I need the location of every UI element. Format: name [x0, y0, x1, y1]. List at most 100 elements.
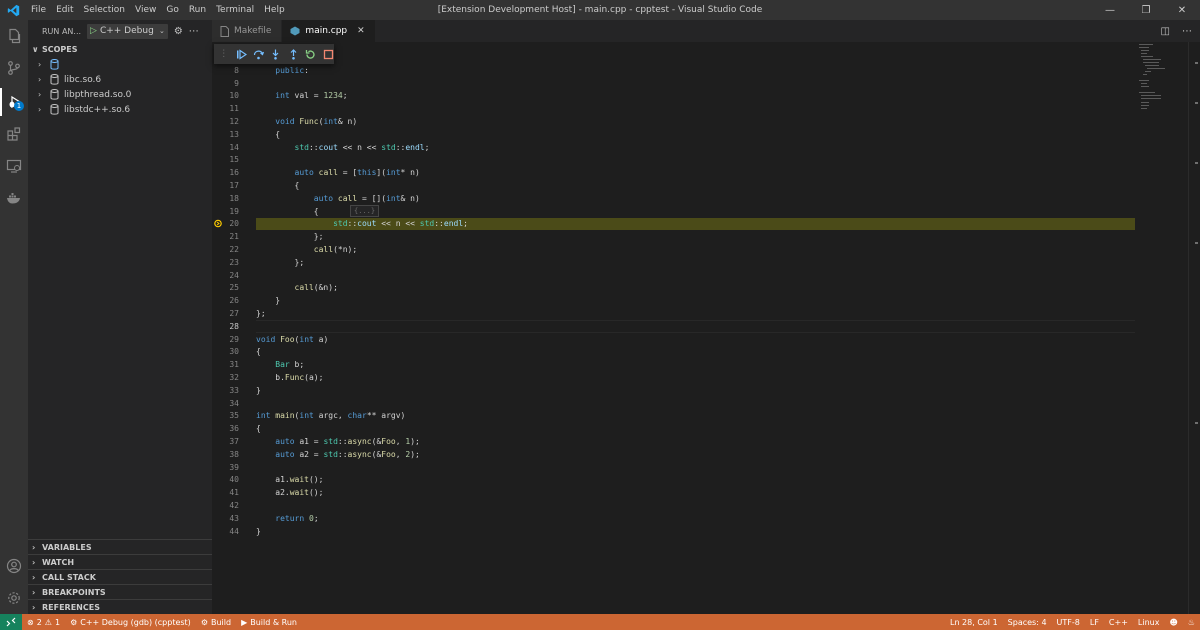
code-line[interactable]: 43 return 0; — [212, 512, 1135, 525]
variables-section-header[interactable]: › VARIABLES — [28, 539, 212, 554]
code-line[interactable]: 21 }; — [212, 230, 1135, 243]
account-icon[interactable] — [0, 552, 28, 580]
docker-icon[interactable] — [0, 184, 28, 212]
code-line[interactable]: 11 — [212, 102, 1135, 115]
code-line[interactable]: 18 auto call = [](int& n) — [212, 192, 1135, 205]
notifications-bell-icon[interactable]: ♨ — [1183, 618, 1200, 627]
code-line[interactable]: 8 public: — [212, 64, 1135, 77]
restart-icon[interactable] — [305, 48, 316, 60]
scope-item[interactable]: › — [28, 57, 212, 72]
problems-indicator[interactable]: ⊗ 2 ⚠ 1 — [22, 618, 65, 627]
code-line[interactable]: 27}; — [212, 307, 1135, 320]
debug-config-status[interactable]: ⚙ C++ Debug (gdb) (cpptest) — [65, 618, 196, 627]
source-control-icon[interactable] — [0, 54, 28, 82]
current-execution-arrow-icon[interactable] — [214, 219, 223, 228]
references-section-header[interactable]: › REFERENCES — [28, 599, 212, 614]
code-line[interactable]: 44} — [212, 525, 1135, 538]
scope-label: libstdc++.so.6 — [64, 104, 131, 115]
more-actions-icon[interactable]: ⋯ — [189, 26, 199, 37]
run-debug-icon[interactable]: 1 — [0, 88, 28, 116]
code-line[interactable]: 28 — [212, 320, 1135, 333]
menu-view[interactable]: View — [130, 5, 161, 15]
code-line[interactable]: 14 std::cout << n << std::endl; — [212, 141, 1135, 154]
extensions-icon[interactable] — [0, 120, 28, 148]
remote-indicator-icon[interactable] — [0, 614, 22, 630]
drag-handle-icon[interactable]: ⋮ — [218, 48, 229, 60]
code-line[interactable]: 20 std::cout << n << std::endl; — [212, 217, 1135, 231]
end-of-line[interactable]: LF — [1085, 618, 1104, 627]
close-tab-icon[interactable]: ✕ — [357, 26, 365, 36]
more-actions-icon[interactable]: ⋯ — [1182, 26, 1192, 37]
code-line[interactable]: 42 — [212, 499, 1135, 512]
tab-makefile[interactable]: Makefile — [212, 20, 283, 42]
call-stack-section-header[interactable]: › CALL STACK — [28, 569, 212, 584]
code-line[interactable]: 41 a2.wait(); — [212, 486, 1135, 499]
code-line[interactable]: 32 b.Func(a); — [212, 371, 1135, 384]
code-line[interactable]: 39 — [212, 461, 1135, 474]
gear-icon[interactable]: ⚙ — [174, 26, 183, 37]
explorer-icon[interactable] — [0, 22, 28, 50]
code-line[interactable]: 17 { — [212, 179, 1135, 192]
code-line[interactable]: 25 call(&n); — [212, 282, 1135, 295]
code-line[interactable]: 23 }; — [212, 256, 1135, 269]
menu-go[interactable]: Go — [161, 5, 183, 15]
manage-gear-icon[interactable] — [0, 584, 28, 612]
code-line[interactable]: 24 — [212, 269, 1135, 282]
close-window-icon[interactable]: ✕ — [1164, 0, 1200, 20]
indentation[interactable]: Spaces: 4 — [1003, 618, 1052, 627]
code-line[interactable]: 38 auto a2 = std::async(&Foo, 2); — [212, 448, 1135, 461]
code-line[interactable]: 30 { — [212, 346, 1135, 359]
step-over-icon[interactable] — [253, 48, 265, 60]
split-editor-icon[interactable]: ◫ — [1161, 26, 1170, 37]
code-line[interactable]: 15 — [212, 154, 1135, 167]
code-line[interactable]: 9 — [212, 77, 1135, 90]
editor-scrollbar[interactable] — [1188, 42, 1200, 614]
code-line[interactable]: 34 — [212, 397, 1135, 410]
encoding[interactable]: UTF-8 — [1052, 618, 1085, 627]
code-line[interactable]: 22 call(*n); — [212, 243, 1135, 256]
code-line[interactable]: 33} — [212, 384, 1135, 397]
scope-item[interactable]: › libstdc++.so.6 — [28, 102, 212, 117]
breakpoints-section-header[interactable]: › BREAKPOINTS — [28, 584, 212, 599]
menu-help[interactable]: Help — [259, 5, 290, 15]
code-line[interactable]: 26 } — [212, 294, 1135, 307]
scopes-section-header[interactable]: ∨ SCOPES — [28, 42, 212, 57]
code-line[interactable]: 19 {{...} — [212, 204, 1135, 218]
tab-main-cpp[interactable]: main.cpp ✕ — [282, 20, 376, 42]
code-line[interactable]: 37 auto a1 = std::async(&Foo, 1); — [212, 435, 1135, 448]
minimap[interactable] — [1137, 42, 1187, 614]
code-line[interactable]: 36 { — [212, 422, 1135, 435]
code-line[interactable]: 16 auto call = [this](int* n) — [212, 166, 1135, 179]
debug-config-select[interactable]: ▷ C++ Debug (g ⌄ — [87, 23, 168, 39]
scope-item[interactable]: › libpthread.so.0 — [28, 87, 212, 102]
code-line[interactable]: 40 a1.wait(); — [212, 474, 1135, 487]
code-line[interactable]: 29 void Foo(int a) — [212, 333, 1135, 346]
remote-explorer-icon[interactable] — [0, 152, 28, 180]
menu-terminal[interactable]: Terminal — [211, 5, 259, 15]
step-out-icon[interactable] — [288, 48, 299, 60]
menu-edit[interactable]: Edit — [51, 5, 78, 15]
scope-item[interactable]: › libc.so.6 — [28, 72, 212, 87]
build-run-button[interactable]: ▶ Build & Run — [236, 618, 302, 627]
build-button[interactable]: ⚙ Build — [196, 618, 236, 627]
code-line[interactable]: 31 Bar b; — [212, 358, 1135, 371]
continue-icon[interactable] — [235, 48, 247, 60]
cursor-position[interactable]: Ln 28, Col 1 — [945, 618, 1003, 627]
language-mode[interactable]: C++ — [1104, 618, 1133, 627]
restore-icon[interactable]: ❐ — [1128, 0, 1164, 20]
platform[interactable]: Linux — [1133, 618, 1165, 627]
menu-selection[interactable]: Selection — [79, 5, 130, 15]
watch-section-header[interactable]: › WATCH — [28, 554, 212, 569]
menu-file[interactable]: File — [26, 5, 51, 15]
editor-actions: ◫ ⋯ — [1161, 20, 1192, 42]
menu-run[interactable]: Run — [184, 5, 211, 15]
code-line[interactable]: 10 int val = 1234; — [212, 90, 1135, 103]
step-into-icon[interactable] — [270, 48, 281, 60]
stop-icon[interactable] — [323, 48, 334, 60]
minimize-icon[interactable]: — — [1092, 0, 1128, 20]
start-debug-icon[interactable]: ▷ — [90, 26, 97, 36]
feedback-icon[interactable]: ☻ — [1164, 618, 1182, 627]
code-line[interactable]: 35 int main(int argc, char** argv) — [212, 410, 1135, 423]
code-line[interactable]: 13 { — [212, 128, 1135, 141]
code-line[interactable]: 12 void Func(int& n) — [212, 115, 1135, 128]
